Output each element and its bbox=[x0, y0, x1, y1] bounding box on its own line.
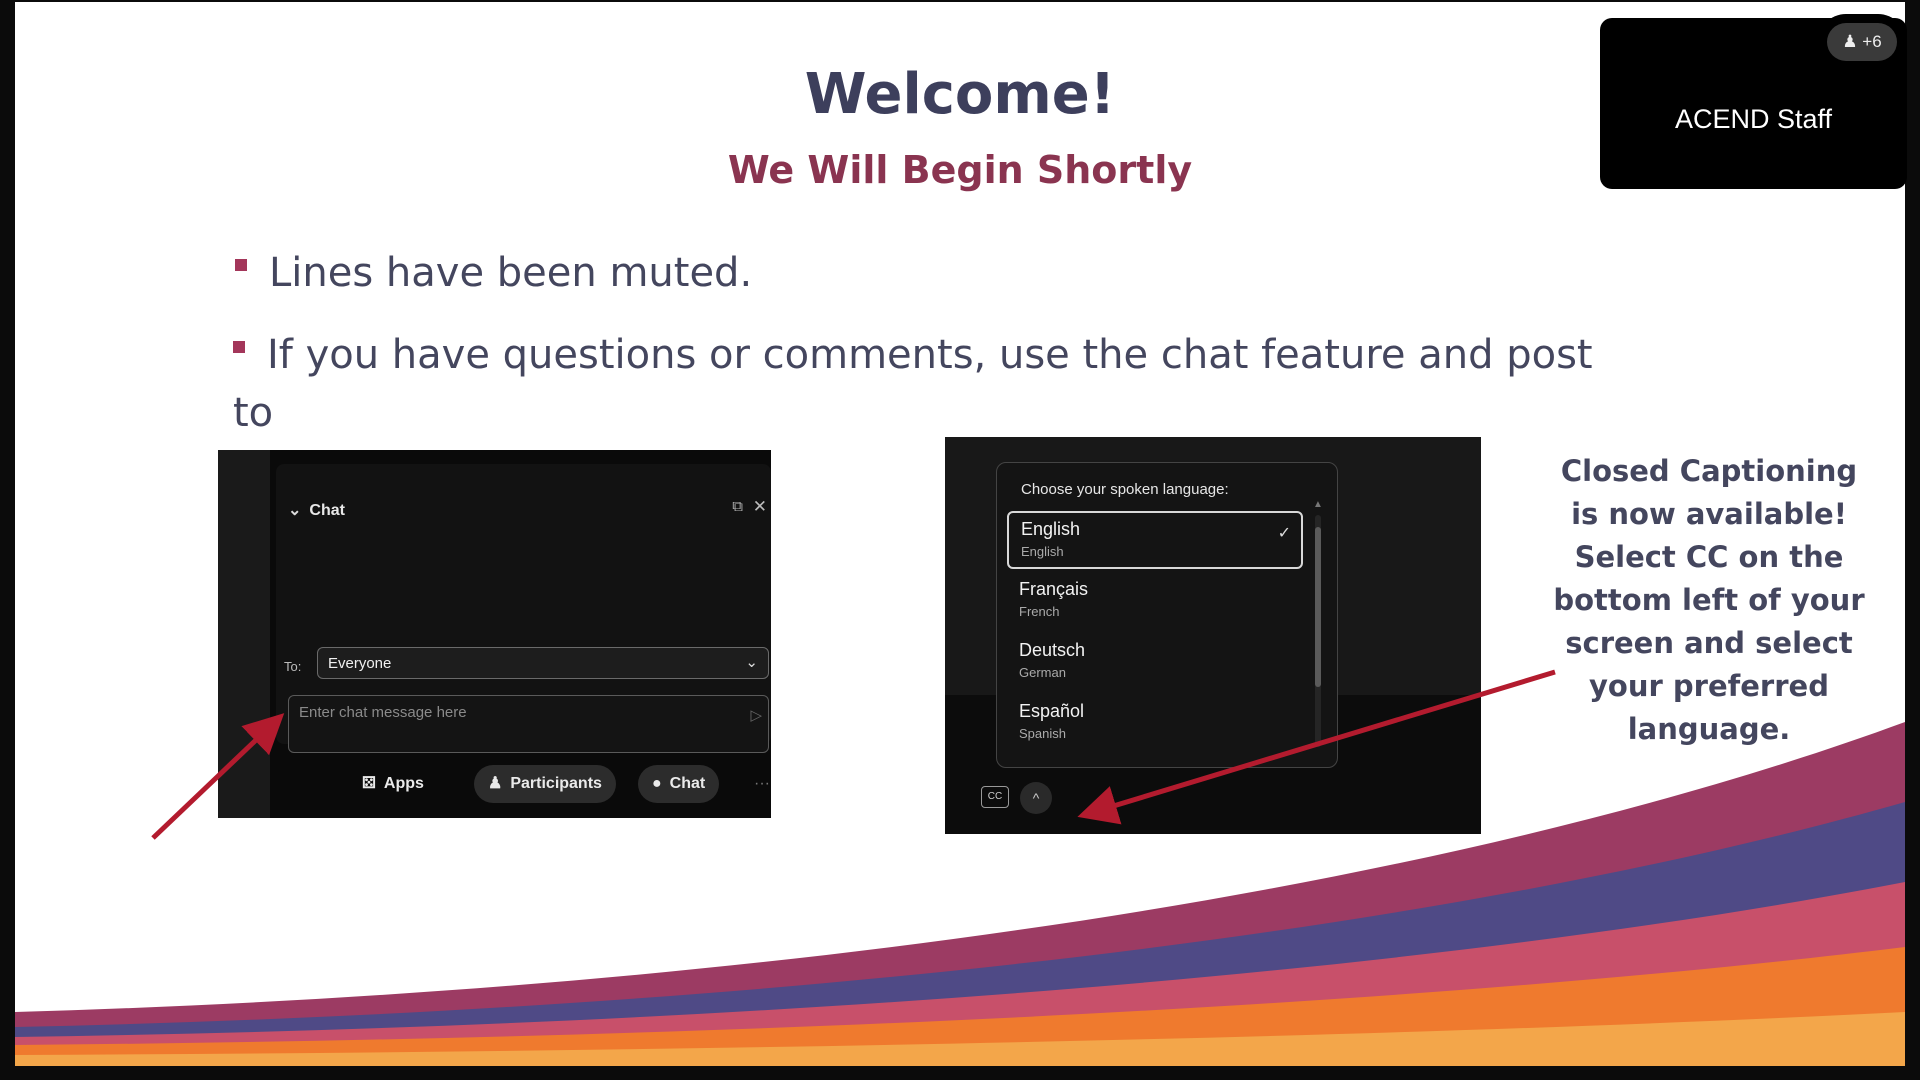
arrow-to-cc-button bbox=[1077, 669, 1556, 825]
participant-name: ACEND Staff bbox=[1674, 104, 1833, 134]
person-icon: ♟ bbox=[1842, 32, 1858, 51]
participant-count: +6 bbox=[1862, 32, 1882, 51]
participant-count-badge[interactable]: ♟ +6 bbox=[1818, 14, 1906, 70]
arrow-to-chat-input bbox=[151, 713, 285, 840]
